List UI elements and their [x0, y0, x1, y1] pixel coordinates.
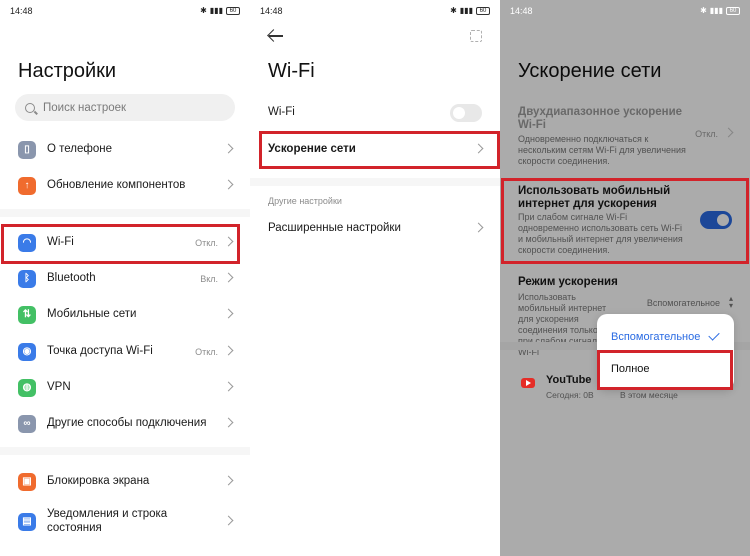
highlight-box-wifi: [1, 224, 240, 264]
status-icons: ✱ ▮▮▮ 60: [200, 6, 240, 15]
wifi-panel: 14:48 ✱ ▮▮▮ 60 Wi-Fi Wi-Fi Ускорение сет…: [250, 0, 500, 556]
page-title: Настройки: [18, 60, 117, 82]
status-bar: 14:48 ✱ ▮▮▮ 60: [10, 6, 240, 20]
status-time: 14:48: [260, 6, 283, 16]
divider: [250, 178, 500, 186]
settings-item-other-connections[interactable]: ∞ Другие способы подключения: [0, 406, 250, 442]
signal-icon: ▮▮▮: [209, 6, 223, 15]
update-arrow-icon: ↑: [18, 177, 36, 195]
section-caption: Другие настройки: [268, 196, 342, 206]
lock-icon: ▣: [18, 473, 36, 491]
search-input[interactable]: Поиск настроек: [15, 94, 235, 121]
settings-item-updates[interactable]: ↑ Обновление компонентов: [0, 168, 250, 204]
settings-item-label: Bluetooth: [47, 272, 96, 284]
settings-item-label: О телефоне: [47, 143, 113, 155]
battery-icon: 60: [226, 6, 240, 15]
phone-icon: ▯: [18, 141, 36, 159]
wifi-toggle-label: Wi-Fi: [268, 106, 295, 118]
settings-item-lock-screen[interactable]: ▣ Блокировка экрана: [0, 464, 250, 500]
settings-item-bluetooth[interactable]: ᛒ Bluetooth Вкл.: [0, 261, 250, 297]
search-icon: [25, 102, 35, 113]
settings-item-label: Уведомления и строка состояния: [47, 508, 168, 534]
highlight-box-full-option: [597, 350, 733, 390]
chevron-right-icon: [223, 475, 234, 486]
link-icon: ∞: [18, 415, 36, 433]
modal-overlay[interactable]: [500, 0, 750, 556]
chevron-right-icon: [223, 272, 234, 283]
network-acceleration-panel: Ускорение сети Двухдиапазонное ускорение…: [500, 0, 750, 556]
settings-item-label: VPN: [47, 381, 71, 393]
chevron-right-icon: [223, 515, 234, 526]
chevron-right-icon: [223, 143, 234, 154]
status-bar: 14:48 ✱ ▮▮▮ 60: [510, 6, 740, 20]
page-title: Wi-Fi: [268, 60, 315, 82]
settings-item-label: Другие способы подключения: [47, 417, 207, 429]
status-icons: ✱ ▮▮▮ 60: [700, 6, 740, 15]
bluetooth-icon: ᛒ: [18, 270, 36, 288]
bluetooth-status-icon: ✱: [200, 6, 207, 15]
settings-item-vpn[interactable]: ◍ VPN: [0, 370, 250, 406]
qr-scan-icon[interactable]: [470, 30, 482, 42]
settings-item-label: Блокировка экрана: [47, 475, 150, 487]
checkmark-icon: [708, 329, 720, 341]
settings-item-mobile-networks[interactable]: ⇅ Мобильные сети: [0, 297, 250, 333]
signal-icon: ▮▮▮: [709, 6, 723, 15]
settings-item-hotspot[interactable]: ◉ Точка доступа Wi-Fi Откл.: [0, 334, 250, 370]
notification-icon: ▤: [18, 513, 36, 531]
back-arrow-icon[interactable]: [268, 30, 284, 42]
search-placeholder: Поиск настроек: [43, 101, 127, 114]
status-time: 14:48: [510, 6, 533, 16]
status-time: 14:48: [10, 6, 33, 16]
chevron-right-icon: [223, 179, 234, 190]
chevron-right-icon: [223, 381, 234, 392]
battery-icon: 60: [726, 6, 740, 15]
bluetooth-status-icon: ✱: [450, 6, 457, 15]
chevron-right-icon: [473, 222, 484, 233]
settings-item-label: Обновление компонентов: [47, 179, 186, 191]
status-icons: ✱ ▮▮▮ 60: [450, 6, 490, 15]
bluetooth-status-value: Вкл.: [200, 274, 218, 284]
youtube-icon: [521, 378, 535, 388]
status-bar: 14:48 ✱ ▮▮▮ 60: [260, 6, 490, 20]
divider: [0, 209, 250, 217]
settings-item-notifications[interactable]: ▤ Уведомления и строка состояния: [0, 504, 250, 540]
option-auxiliary[interactable]: Вспомогательное: [611, 331, 700, 343]
hotspot-icon: ◉: [18, 343, 36, 361]
highlight-box-acceleration: [259, 131, 500, 169]
chevron-right-icon: [223, 417, 234, 428]
vpn-globe-icon: ◍: [18, 379, 36, 397]
settings-item-label: Мобильные сети: [47, 308, 137, 320]
wifi-toggle[interactable]: [450, 104, 482, 122]
highlight-box-mobile-assist: [501, 178, 749, 264]
chevron-right-icon: [223, 308, 234, 319]
signal-icon: ▮▮▮: [459, 6, 473, 15]
battery-icon: 60: [476, 6, 490, 15]
advanced-settings-label: Расширенные настройки: [268, 222, 401, 234]
advanced-settings-item[interactable]: Расширенные настройки: [250, 211, 500, 247]
bluetooth-status-icon: ✱: [700, 6, 707, 15]
mobile-network-icon: ⇅: [18, 306, 36, 324]
settings-item-label: Точка доступа Wi-Fi: [47, 345, 153, 357]
divider: [0, 447, 250, 455]
hotspot-status-value: Откл.: [195, 347, 218, 357]
settings-panel: 14:48 ✱ ▮▮▮ 60 Настройки Поиск настроек …: [0, 0, 250, 556]
settings-item-about-phone[interactable]: ▯ О телефоне: [0, 132, 250, 168]
chevron-right-icon: [223, 345, 234, 356]
